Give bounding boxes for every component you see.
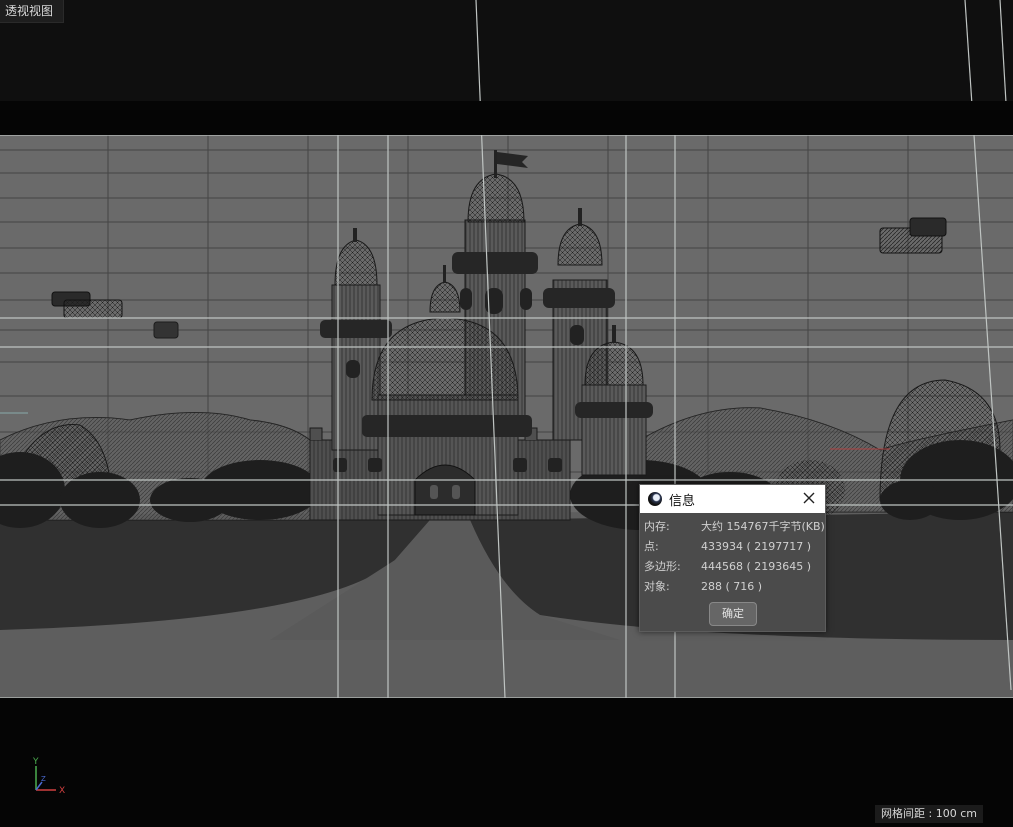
info-row-objects: 对象: 288 ( 716 ) (644, 577, 825, 597)
close-icon[interactable] (801, 490, 817, 506)
info-dialog: 信息 内存: 大约 154767千字节(KB) 点: 433934 ( 2197… (639, 484, 826, 632)
viewport-name-label[interactable]: 透视视图 (0, 0, 65, 23)
info-value: 288 ( 716 ) (701, 580, 763, 593)
info-key: 对象: (644, 580, 670, 593)
dialog-body: 内存: 大约 154767千字节(KB) 点: 433934 ( 2197717… (640, 513, 825, 597)
axis-x-label: X (59, 786, 65, 796)
info-key: 多边形: (644, 560, 681, 573)
info-key: 点: (644, 540, 659, 553)
dialog-title: 信息 (669, 493, 696, 509)
axis-gizmo-icon: Y Z X (32, 757, 65, 796)
axis-z-label: Z (41, 775, 46, 783)
axis-y-label: Y (32, 757, 39, 767)
safe-frame-bottom (0, 698, 1013, 827)
info-row-polygons: 多边形: 444568 ( 2193645 ) (644, 557, 825, 577)
info-value: 433934 ( 2197717 ) (701, 540, 812, 553)
info-row-memory: 内存: 大约 154767千字节(KB) (644, 517, 825, 537)
perspective-viewport[interactable]: 透视视图 Y Z X 网格间距 : 100 cm 信息 内存: 大约 15476… (0, 0, 1013, 827)
safe-frame-top (0, 101, 1013, 135)
info-key: 内存: (644, 520, 670, 533)
ok-button[interactable]: 确定 (709, 602, 757, 626)
info-value: 444568 ( 2193645 ) (701, 560, 812, 573)
info-row-points: 点: 433934 ( 2197717 ) (644, 537, 825, 557)
cinema4d-app-icon (648, 492, 662, 506)
dialog-titlebar[interactable]: 信息 (640, 485, 825, 513)
info-value: 大约 154767千字节(KB) (701, 520, 825, 533)
grid-spacing-readout: 网格间距 : 100 cm (875, 805, 983, 823)
